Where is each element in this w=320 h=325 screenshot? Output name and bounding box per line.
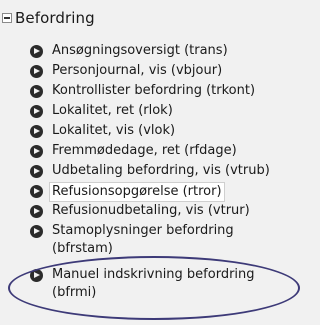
collapse-minus-icon[interactable] bbox=[2, 13, 12, 23]
menu-item-rtror[interactable]: Refusionsopgørelse (rtror) bbox=[30, 182, 225, 202]
arrow-circle-icon bbox=[30, 45, 43, 58]
menu-item-bfrmi[interactable]: Manuel indskrivning befordring (bfrmi) bbox=[30, 266, 290, 302]
menu-item-label: Lokalitet, ret (rlok) bbox=[52, 103, 173, 118]
arrow-circle-icon bbox=[30, 269, 43, 282]
menu-item-rfdage[interactable]: Fremmødedage, ret (rfdage) bbox=[30, 142, 237, 160]
menu-item-label: Refusionsopgørelse (rtror) bbox=[49, 182, 225, 202]
menu-item-label: Manuel indskrivning befordring (bfrmi) bbox=[52, 267, 255, 300]
menu-item-rlok[interactable]: Lokalitet, ret (rlok) bbox=[30, 102, 173, 120]
menu-item-label: Ansøgningsoversigt (trans) bbox=[52, 43, 228, 58]
menu-item-vlok[interactable]: Lokalitet, vis (vlok) bbox=[30, 122, 175, 140]
arrow-circle-icon bbox=[30, 185, 43, 198]
arrow-circle-icon bbox=[30, 125, 43, 138]
menu-item-trans[interactable]: Ansøgningsoversigt (trans) bbox=[30, 42, 228, 60]
menu-item-label: Stamoplysninger befordring (bfrstam) bbox=[52, 223, 234, 256]
menu-item-vtrub[interactable]: Udbetaling befordring, vis (vtrub) bbox=[30, 162, 270, 180]
menu-item-label: Kontrollister befordring (trkont) bbox=[52, 83, 256, 98]
arrow-circle-icon bbox=[30, 65, 43, 78]
menu-item-label: Lokalitet, vis (vlok) bbox=[52, 123, 176, 138]
arrow-circle-icon bbox=[30, 205, 43, 218]
section-header-befordring[interactable]: Befordring bbox=[2, 8, 95, 28]
section-title: Befordring bbox=[15, 9, 95, 27]
arrow-circle-icon bbox=[30, 225, 43, 238]
menu-item-vtrur[interactable]: Refusionudbetaling, vis (vtrur) bbox=[30, 202, 250, 220]
arrow-circle-icon bbox=[30, 165, 43, 178]
menu-item-vbjour[interactable]: Personjournal, vis (vbjour) bbox=[30, 62, 222, 80]
menu-item-label: Refusionudbetaling, vis (vtrur) bbox=[52, 203, 250, 218]
arrow-circle-icon bbox=[30, 145, 43, 158]
arrow-circle-icon bbox=[30, 105, 43, 118]
menu-item-label: Fremmødedage, ret (rfdage) bbox=[52, 143, 237, 158]
arrow-circle-icon bbox=[30, 85, 43, 98]
menu-item-bfrstam[interactable]: Stamoplysninger befordring (bfrstam) bbox=[30, 222, 270, 258]
menu-item-label: Udbetaling befordring, vis (vtrub) bbox=[52, 163, 270, 178]
menu-item-trkont[interactable]: Kontrollister befordring (trkont) bbox=[30, 82, 255, 100]
menu-item-label: Personjournal, vis (vbjour) bbox=[52, 63, 223, 78]
